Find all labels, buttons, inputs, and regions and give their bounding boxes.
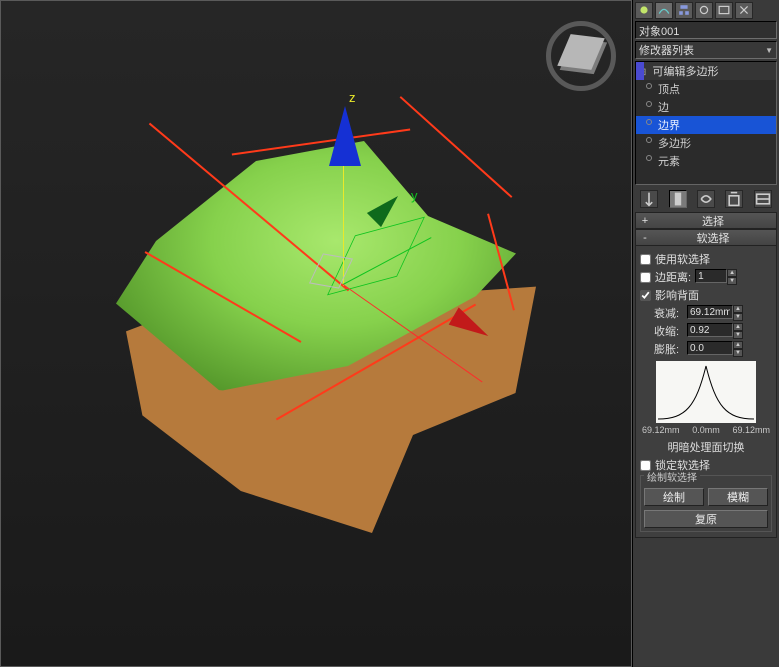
perspective-viewport[interactable]: z y	[0, 0, 632, 667]
gizmo-axis-z-label: z	[349, 90, 356, 105]
stack-subobject-edge[interactable]: 边	[636, 98, 776, 116]
selected-border-edge	[400, 96, 513, 198]
stack-item-label: 边界	[658, 120, 680, 132]
stack-root-item[interactable]: 可编辑多边形	[636, 62, 776, 80]
pinch-input[interactable]	[687, 323, 733, 337]
falloff-graph	[656, 361, 756, 423]
falloff-input[interactable]	[687, 305, 733, 319]
affect-backfacing-checkbox[interactable]	[640, 290, 651, 301]
paint-group-title: 绘制软选择	[644, 473, 700, 484]
hierarchy-panel-tab[interactable]	[675, 2, 693, 19]
selection-rollout-title: 选择	[654, 213, 772, 229]
falloff-range-mid: 0.0mm	[692, 425, 720, 435]
lock-soft-selection-row[interactable]: 锁定软选择	[640, 457, 772, 473]
utilities-panel-tab[interactable]	[735, 2, 753, 19]
remove-modifier-button[interactable]	[725, 190, 743, 208]
spinner-up-icon[interactable]: ▲	[733, 305, 743, 313]
stack-subobject-border[interactable]: 边界	[636, 116, 776, 134]
stack-item-label: 边	[658, 102, 669, 114]
bubble-label: 膨胀:	[654, 341, 684, 357]
spinner-down-icon[interactable]: ▼	[733, 349, 743, 357]
pinch-spinner[interactable]: ▲▼	[687, 323, 743, 339]
spinner-up-icon[interactable]: ▲	[733, 341, 743, 349]
pinch-label: 收缩:	[654, 323, 684, 339]
bubble-row: 膨胀: ▲▼	[654, 341, 772, 357]
display-panel-tab[interactable]	[715, 2, 733, 19]
dropdown-arrow-icon: ▼	[765, 46, 773, 55]
stack-item-label: 多边形	[658, 138, 691, 150]
paint-soft-selection-group: 绘制软选择 绘制 模糊 复原	[640, 475, 772, 532]
soft-selection-rollout-title: 软选择	[654, 230, 772, 246]
selection-rollout-header[interactable]: + 选择	[635, 212, 777, 229]
affect-backfacing-row[interactable]: 影响背面	[640, 287, 772, 303]
lock-soft-selection-label: 锁定软选择	[655, 457, 710, 473]
pinch-row: 收缩: ▲▼	[654, 323, 772, 339]
stack-root-label: 可编辑多边形	[652, 66, 718, 78]
use-soft-selection-checkbox-row[interactable]: 使用软选择	[640, 251, 772, 267]
spinner-up-icon[interactable]: ▲	[727, 269, 737, 277]
command-panel: 对象001 修改器列表 ▼ 可编辑多边形 顶点 边 边界 多边形 元素 + 选择…	[632, 0, 779, 667]
soft-selection-rollout-header[interactable]: - 软选择	[635, 229, 777, 246]
stack-subobject-polygon[interactable]: 多边形	[636, 134, 776, 152]
affect-backfacing-label: 影响背面	[655, 287, 699, 303]
falloff-range-left: 69.12mm	[642, 425, 680, 435]
soft-selection-rollout-body: 使用软选择 边距离: ▲▼ 影响背面 衰减: ▲▼ 收缩: ▲▼	[635, 246, 777, 538]
edge-distance-spinner[interactable]: ▲▼	[695, 269, 737, 285]
revert-button[interactable]: 复原	[644, 510, 768, 528]
falloff-label: 衰减:	[654, 305, 684, 321]
use-soft-selection-label: 使用软选择	[655, 251, 710, 267]
make-unique-button[interactable]	[697, 190, 715, 208]
stack-item-label: 元素	[658, 156, 680, 168]
shaded-face-toggle-label[interactable]: 明暗处理面切换	[640, 439, 772, 455]
create-panel-tab[interactable]	[635, 2, 653, 19]
edge-distance-label: 边距离:	[655, 269, 691, 285]
falloff-spinner[interactable]: ▲▼	[687, 305, 743, 321]
edge-distance-input[interactable]	[695, 269, 727, 283]
bubble-input[interactable]	[687, 341, 733, 355]
modifier-list-dropdown[interactable]: 修改器列表 ▼	[635, 41, 777, 59]
stack-toolbar	[635, 188, 777, 210]
use-soft-selection-checkbox[interactable]	[640, 254, 651, 265]
spinner-down-icon[interactable]: ▼	[727, 277, 737, 285]
falloff-row: 衰减: ▲▼	[654, 305, 772, 321]
falloff-graph-labels: 69.12mm 0.0mm 69.12mm	[640, 425, 772, 437]
rollout-collapse-icon: -	[640, 232, 650, 244]
spinner-down-icon[interactable]: ▼	[733, 313, 743, 321]
stack-subobject-element[interactable]: 元素	[636, 152, 776, 170]
falloff-range-right: 69.12mm	[732, 425, 770, 435]
modifier-stack[interactable]: 可编辑多边形 顶点 边 边界 多边形 元素	[635, 61, 777, 185]
pin-stack-button[interactable]	[640, 190, 658, 208]
object-name-field[interactable]: 对象001	[635, 21, 777, 39]
paint-button[interactable]: 绘制	[644, 488, 704, 506]
edge-distance-checkbox[interactable]	[640, 272, 651, 283]
stack-subobject-vertex[interactable]: 顶点	[636, 80, 776, 98]
command-panel-tabs	[633, 0, 779, 20]
stack-item-label: 顶点	[658, 84, 680, 96]
modify-panel-tab[interactable]	[655, 2, 673, 19]
stack-root-indicator	[636, 62, 644, 80]
show-end-result-button[interactable]	[669, 190, 687, 208]
blur-button[interactable]: 模糊	[708, 488, 768, 506]
spinner-up-icon[interactable]: ▲	[733, 323, 743, 331]
bubble-spinner[interactable]: ▲▼	[687, 341, 743, 357]
modifier-list-label: 修改器列表	[639, 42, 694, 58]
view-cube[interactable]	[546, 21, 616, 91]
lock-soft-selection-checkbox[interactable]	[640, 460, 651, 471]
motion-panel-tab[interactable]	[695, 2, 713, 19]
spinner-down-icon[interactable]: ▼	[733, 331, 743, 339]
edge-distance-row[interactable]: 边距离: ▲▼	[640, 269, 772, 285]
configure-sets-button[interactable]	[754, 190, 772, 208]
rollout-expand-icon: +	[640, 215, 650, 227]
